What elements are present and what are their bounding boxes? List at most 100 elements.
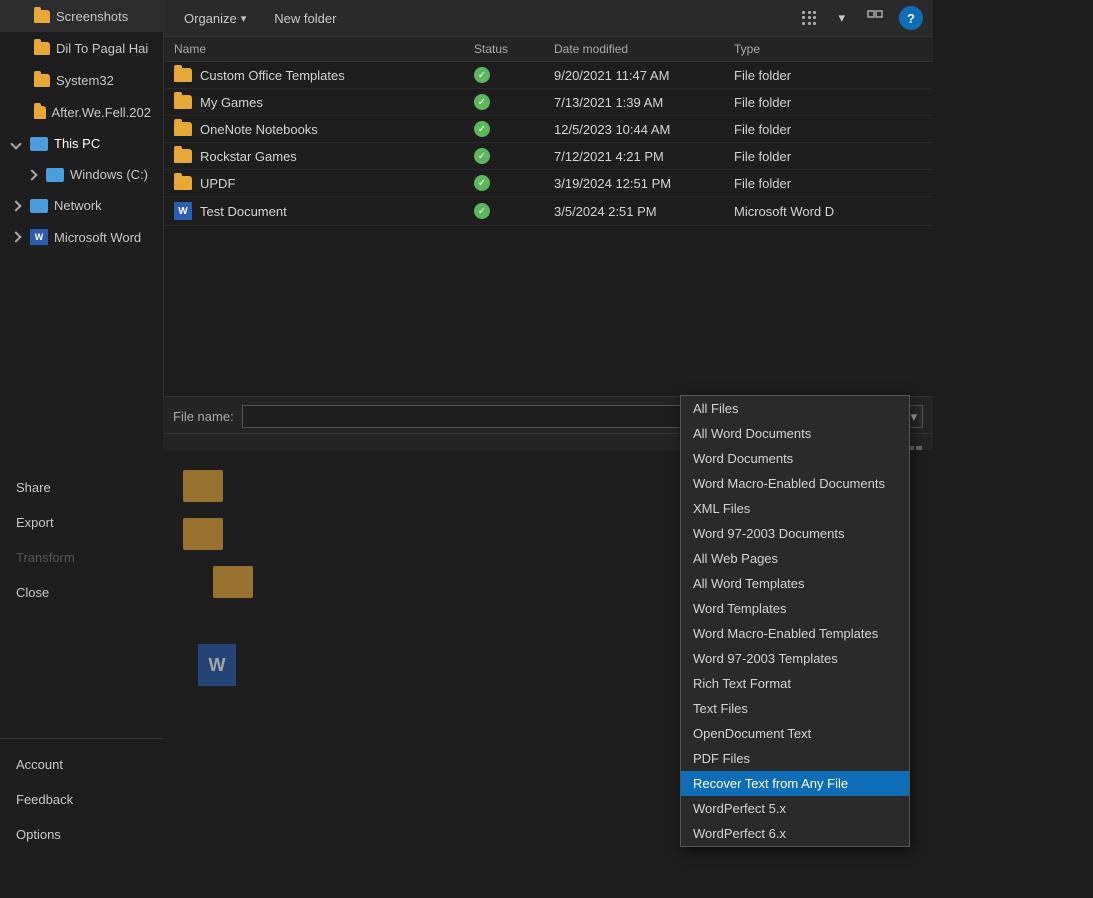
spacer	[0, 450, 163, 470]
table-row[interactable]: Rockstar Games ✓ 7/12/2021 4:21 PM File …	[164, 143, 933, 170]
network-icon	[30, 199, 48, 213]
word-doc-icon: W	[174, 202, 192, 220]
date-cell: 9/20/2021 11:47 AM	[554, 68, 734, 83]
menu-item-export[interactable]: Export	[0, 505, 163, 540]
date-cell: 7/12/2021 4:21 PM	[554, 149, 734, 164]
menu-item-close[interactable]: Close	[0, 575, 163, 610]
dropdown-item-webpages[interactable]: All Web Pages	[681, 546, 909, 571]
date-cell: 3/19/2024 12:51 PM	[554, 176, 734, 191]
sidebar-item-network[interactable]: Network	[0, 190, 163, 221]
dropdown-item-worddocs[interactable]: Word Documents	[681, 446, 909, 471]
organize-button[interactable]: Organize ▾	[174, 7, 256, 30]
sidebar-label-screenshots: Screenshots	[56, 9, 128, 24]
status-cell: ✓	[474, 67, 554, 83]
status-badge: ✓	[474, 94, 490, 110]
folder-icon	[174, 176, 192, 190]
pc-icon	[30, 137, 48, 151]
view-list-button[interactable]	[794, 7, 824, 29]
sidebar-item-screenshots[interactable]: Screenshots	[0, 0, 163, 32]
dropdown-item-wordperfect6[interactable]: WordPerfect 6.x	[681, 821, 909, 846]
large-icons-view-icon	[867, 10, 883, 26]
dropdown-item-word97templates[interactable]: Word 97-2003 Templates	[681, 646, 909, 671]
folder-icon	[174, 95, 192, 109]
indent-spacer	[12, 104, 28, 120]
help-button[interactable]: ?	[899, 6, 923, 30]
dropdown-item-wordmacrotemplates[interactable]: Word Macro-Enabled Templates	[681, 621, 909, 646]
file-toolbar: Organize ▾ New folder ▾ ?	[164, 0, 933, 37]
file-name-cell: OneNote Notebooks	[174, 122, 474, 137]
dropdown-item-allworddocs[interactable]: All Word Documents	[681, 421, 909, 446]
header-date[interactable]: Date modified	[554, 42, 734, 56]
dropdown-item-opendoctext[interactable]: OpenDocument Text	[681, 721, 909, 746]
sidebar-label-msword: Microsoft Word	[54, 230, 141, 245]
sidebar-item-system32[interactable]: System32	[0, 64, 163, 96]
status-badge: ✓	[474, 203, 490, 219]
status-cell: ✓	[474, 175, 554, 191]
word-app-icon: W	[30, 229, 48, 245]
folder-icon	[174, 149, 192, 163]
dropdown-item-wordperfect5[interactable]: WordPerfect 5.x	[681, 796, 909, 821]
menu-spacer	[0, 610, 163, 730]
filename-input[interactable]	[242, 405, 695, 428]
table-row[interactable]: My Games ✓ 7/13/2021 1:39 AM File folder	[164, 89, 933, 116]
status-cell: ✓	[474, 121, 554, 137]
sidebar-label-after: After.We.Fell.202	[52, 105, 151, 120]
dropdown-item-xml[interactable]: XML Files	[681, 496, 909, 521]
file-name-text: UPDF	[200, 176, 235, 191]
dropdown-item-wordmacrodocs[interactable]: Word Macro-Enabled Documents	[681, 471, 909, 496]
dropdown-item-pdf[interactable]: PDF Files	[681, 746, 909, 771]
sidebar-item-msword[interactable]: W Microsoft Word	[0, 221, 163, 253]
header-status[interactable]: Status	[474, 42, 554, 56]
sidebar-label-thispc: This PC	[54, 136, 100, 151]
chevron-down-icon	[10, 138, 21, 149]
status-badge: ✓	[474, 175, 490, 191]
header-type[interactable]: Type	[734, 42, 923, 56]
status-cell: ✓	[474, 148, 554, 164]
file-name-text: OneNote Notebooks	[200, 122, 318, 137]
folder-large-icon	[213, 566, 253, 598]
menu-item-feedback[interactable]: Feedback	[0, 782, 163, 817]
sidebar-item-thispc[interactable]: This PC	[0, 128, 163, 159]
type-cell: File folder	[734, 68, 923, 83]
dropdown-item-rtf[interactable]: Rich Text Format	[681, 671, 909, 696]
indent-spacer	[12, 72, 28, 88]
menu-item-options[interactable]: Options	[0, 817, 163, 852]
folder-large-icon	[183, 470, 223, 502]
filetype-dropdown: All Files All Word Documents Word Docume…	[680, 395, 910, 847]
file-name-cell: W Test Document	[174, 202, 474, 220]
dropdown-item-allfiles[interactable]: All Files	[681, 396, 909, 421]
dropdown-item-wordtemplates[interactable]: Word Templates	[681, 596, 909, 621]
file-name-cell: Rockstar Games	[174, 149, 474, 164]
new-folder-label: New folder	[274, 11, 336, 26]
file-explorer: Organize ▾ New folder ▾ ? Name Status Da	[163, 0, 933, 450]
filename-label: File name:	[173, 409, 234, 424]
dropdown-item-word97docs[interactable]: Word 97-2003 Documents	[681, 521, 909, 546]
view-large-icons-button[interactable]	[859, 6, 891, 30]
dropdown-item-allwordtemplates[interactable]: All Word Templates	[681, 571, 909, 596]
status-cell: ✓	[474, 94, 554, 110]
indent-spacer	[12, 40, 28, 56]
menu-item-account[interactable]: Account	[0, 747, 163, 782]
chevron-right-icon	[10, 200, 21, 211]
menu-item-transform: Transform	[0, 540, 163, 575]
drive-icon	[46, 168, 64, 182]
menu-item-share[interactable]: Share	[0, 470, 163, 505]
folder-icon	[34, 74, 50, 87]
table-row[interactable]: UPDF ✓ 3/19/2024 12:51 PM File folder	[164, 170, 933, 197]
sidebar-item-after[interactable]: After.We.Fell.202	[0, 96, 163, 128]
view-dropdown-button[interactable]: ▾	[832, 6, 851, 30]
table-row[interactable]: W Test Document ✓ 3/5/2024 2:51 PM Micro…	[164, 197, 933, 226]
sidebar-label-network: Network	[54, 198, 102, 213]
table-row[interactable]: Custom Office Templates ✓ 9/20/2021 11:4…	[164, 62, 933, 89]
sidebar-item-windows[interactable]: Windows (C:)	[0, 159, 163, 190]
dropdown-item-textfiles[interactable]: Text Files	[681, 696, 909, 721]
new-folder-button[interactable]: New folder	[264, 7, 346, 30]
folder-icon	[174, 122, 192, 136]
dropdown-item-recovertext[interactable]: Recover Text from Any File	[681, 771, 909, 796]
header-name[interactable]: Name	[174, 42, 474, 56]
type-cell: File folder	[734, 95, 923, 110]
table-row[interactable]: OneNote Notebooks ✓ 12/5/2023 10:44 AM F…	[164, 116, 933, 143]
status-badge: ✓	[474, 67, 490, 83]
sidebar-item-dil[interactable]: Dil To Pagal Hai	[0, 32, 163, 64]
type-cell: File folder	[734, 176, 923, 191]
